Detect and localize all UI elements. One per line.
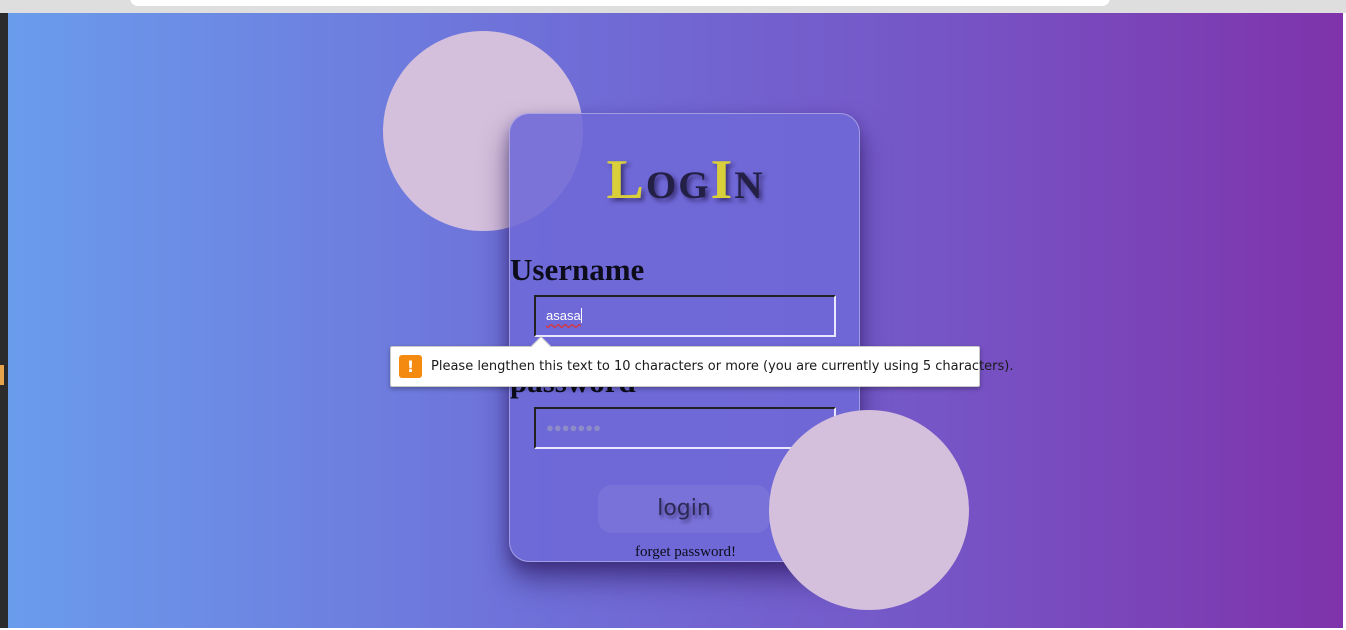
browser-toolbar	[0, 0, 1346, 13]
page-background: LogIn Username asasa password ●●●●●●● lo…	[8, 13, 1343, 628]
text-caret	[580, 308, 582, 323]
login-button[interactable]: login	[598, 485, 770, 533]
address-bar[interactable]	[130, 0, 1110, 6]
username-input[interactable]: asasa	[534, 295, 836, 337]
login-title: LogIn	[510, 148, 861, 212]
title-letter-n: n	[734, 149, 765, 211]
username-value: asasa	[546, 308, 581, 323]
title-letters-og: og	[645, 149, 711, 211]
edge-marker	[0, 365, 4, 385]
password-placeholder: ●●●●●●●	[546, 420, 601, 435]
warning-icon: !	[399, 355, 422, 378]
validation-message: Please lengthen this text to 10 characte…	[431, 359, 1014, 374]
validation-tooltip: ! Please lengthen this text to 10 charac…	[390, 336, 1013, 387]
title-letter-i: I	[710, 149, 735, 211]
left-edge-panel	[0, 13, 8, 630]
title-letter-l: L	[606, 149, 646, 211]
decorative-circle-bottom	[769, 410, 969, 610]
username-label: Username	[510, 252, 645, 287]
password-input[interactable]: ●●●●●●●	[534, 407, 836, 449]
